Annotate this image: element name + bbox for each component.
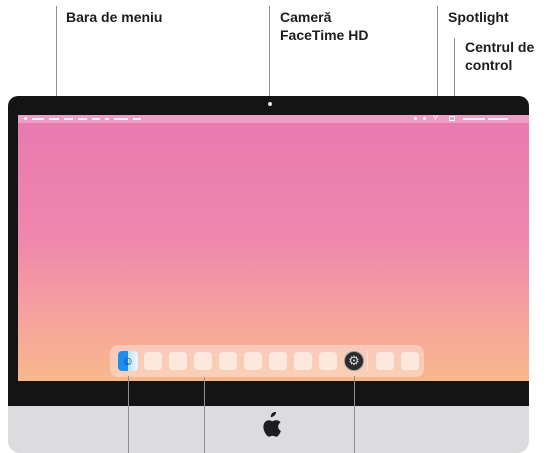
dock: ☺ ⚙ xyxy=(110,345,424,377)
menu-item[interactable] xyxy=(92,118,100,120)
menu-item[interactable] xyxy=(78,118,87,120)
date-time[interactable] xyxy=(463,118,485,120)
finder-face-icon: ☺ xyxy=(121,354,135,368)
control-center-icon[interactable] xyxy=(449,116,455,121)
dock-app-icon[interactable] xyxy=(376,352,394,370)
dock-app-icon[interactable] xyxy=(169,352,187,370)
menu-item[interactable] xyxy=(49,118,59,120)
control-center-label-line2: control xyxy=(465,57,513,73)
status-icon[interactable] xyxy=(414,117,417,120)
dock-app-icon[interactable] xyxy=(269,352,287,370)
finder-icon[interactable]: ☺ xyxy=(118,351,138,371)
dock-callout-line xyxy=(204,377,205,453)
apple-menu-icon[interactable] xyxy=(24,117,27,120)
spotlight-search-icon[interactable]: ⚲ xyxy=(433,115,438,124)
menu-item[interactable] xyxy=(105,118,109,120)
menu-item[interactable] xyxy=(114,118,128,120)
dock-separator xyxy=(367,351,368,371)
camera-label-line1: Cameră xyxy=(280,9,332,25)
dock-app-icon[interactable] xyxy=(144,352,162,370)
menu-item[interactable] xyxy=(32,118,44,120)
apple-logo-icon xyxy=(263,412,281,437)
menu-bar-label: Bara de meniu xyxy=(66,9,163,25)
system-settings-icon[interactable]: ⚙ xyxy=(344,351,364,371)
dock-app-icon[interactable] xyxy=(219,352,237,370)
dock-app-icon[interactable] xyxy=(294,352,312,370)
facetime-camera xyxy=(268,102,272,106)
menu-item[interactable] xyxy=(64,118,73,120)
menu-item[interactable] xyxy=(133,118,141,120)
dock-app-icon[interactable] xyxy=(319,352,337,370)
dock-app-icon[interactable] xyxy=(401,352,419,370)
finder-callout-line xyxy=(128,376,129,453)
camera-callout-line xyxy=(269,6,270,98)
menu-bar[interactable]: ⚲ xyxy=(18,115,529,123)
dock-app-icon[interactable] xyxy=(244,352,262,370)
dock-app-icon[interactable] xyxy=(194,352,212,370)
status-icon[interactable] xyxy=(423,117,426,120)
settings-callout-line xyxy=(354,376,355,453)
date-time[interactable] xyxy=(488,118,508,120)
control-center-label-line1: Centrul de xyxy=(465,39,535,55)
desktop-screen: ⚲ ☺ ⚙ xyxy=(18,115,529,381)
gear-icon: ⚙ xyxy=(348,353,360,368)
spotlight-label: Spotlight xyxy=(448,9,509,25)
camera-label-line2: FaceTime HD xyxy=(280,27,369,43)
